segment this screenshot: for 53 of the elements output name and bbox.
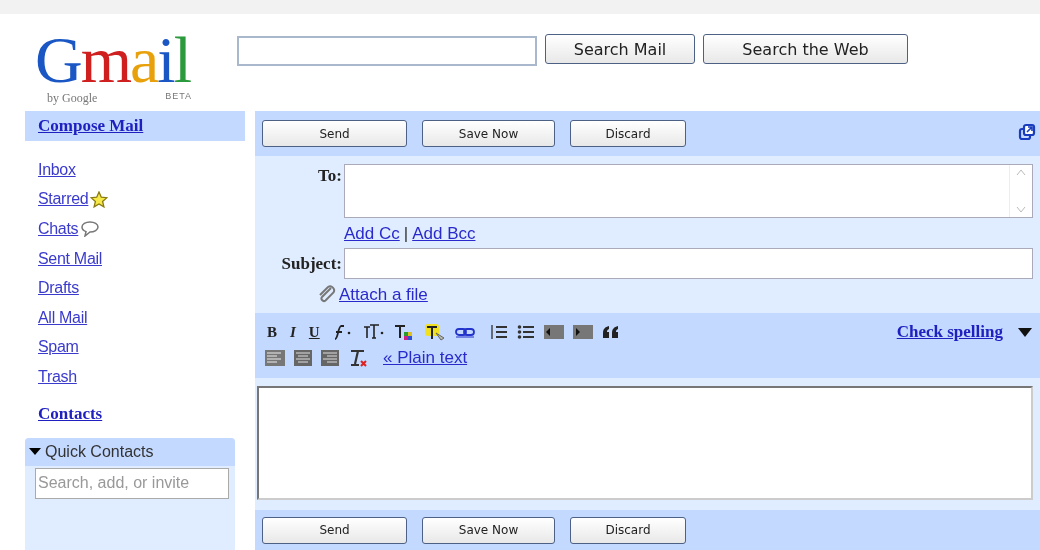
beta-label: BETA: [165, 91, 192, 104]
link-separator: |: [403, 224, 409, 244]
to-label: To:: [317, 165, 342, 186]
contact-search-field[interactable]: Search, add, or invite: [35, 467, 229, 499]
contacts-link[interactable]: Contacts: [38, 403, 245, 424]
search-field[interactable]: [237, 36, 537, 67]
bold-button[interactable]: B: [265, 323, 279, 341]
search-mail-button[interactable]: Search Mail: [545, 34, 695, 65]
check-spelling-link[interactable]: Check spelling: [896, 322, 1003, 342]
sidebar-item[interactable]: Sent Mail: [38, 249, 102, 268]
sidebar-item[interactable]: Spam: [38, 338, 79, 357]
sidebar-item[interactable]: Drafts: [38, 279, 79, 298]
italic-button[interactable]: I: [288, 323, 298, 341]
text-color-icon[interactable]: [392, 323, 415, 341]
star-icon: [90, 190, 109, 208]
logo-byline: by Google: [47, 91, 98, 107]
add-cc-link[interactable]: Add Cc: [344, 224, 400, 244]
pop-out-icon[interactable]: [1018, 123, 1036, 141]
sidebar-item[interactable]: Chats: [38, 220, 79, 238]
paperclip-icon: [317, 285, 337, 305]
numbered-list-icon[interactable]: [489, 323, 508, 341]
link-icon[interactable]: [454, 326, 475, 338]
quick-contacts-title: Quick Contacts: [45, 442, 154, 461]
message-body-field[interactable]: [257, 386, 1033, 500]
save-button[interactable]: Save Now: [422, 516, 555, 544]
discard-button[interactable]: Discard: [570, 516, 686, 544]
subject-field[interactable]: [344, 248, 1033, 279]
dropdown-caret-icon[interactable]: [1018, 327, 1032, 337]
text-size-icon[interactable]: [361, 323, 384, 341]
discard-button[interactable]: Discard: [570, 120, 686, 147]
quote-icon[interactable]: [601, 325, 620, 339]
highlight-icon[interactable]: [423, 323, 446, 341]
remove-formatting-icon[interactable]: [348, 348, 368, 368]
sidebar-item[interactable]: Trash: [38, 367, 77, 386]
compose-mail-link[interactable]: Compose Mail: [25, 111, 245, 141]
plain-text-link[interactable]: « Plain text: [383, 348, 468, 368]
indent-icon[interactable]: [572, 325, 593, 339]
save-button[interactable]: Save Now: [422, 120, 555, 147]
sidebar-item[interactable]: All Mail: [38, 308, 88, 327]
send-button[interactable]: Send: [262, 120, 407, 147]
speech-bubble-icon: [80, 220, 101, 238]
sidebar-item[interactable]: Starred: [38, 190, 89, 209]
send-button[interactable]: Send: [262, 516, 407, 544]
attach-file-link[interactable]: Attach a file: [339, 285, 428, 305]
sidebar-item[interactable]: Inbox: [38, 160, 76, 179]
caret-icon[interactable]: [29, 447, 41, 457]
subject-label: Subject:: [280, 253, 342, 274]
add-bcc-link[interactable]: Add Bcc: [412, 224, 476, 244]
underline-button[interactable]: U: [306, 323, 322, 341]
gmail-logo: Gmail: [35, 29, 192, 92]
bulleted-list-icon[interactable]: [516, 323, 535, 341]
search-web-button[interactable]: Search the Web: [703, 34, 908, 65]
outdent-icon[interactable]: [543, 325, 564, 339]
